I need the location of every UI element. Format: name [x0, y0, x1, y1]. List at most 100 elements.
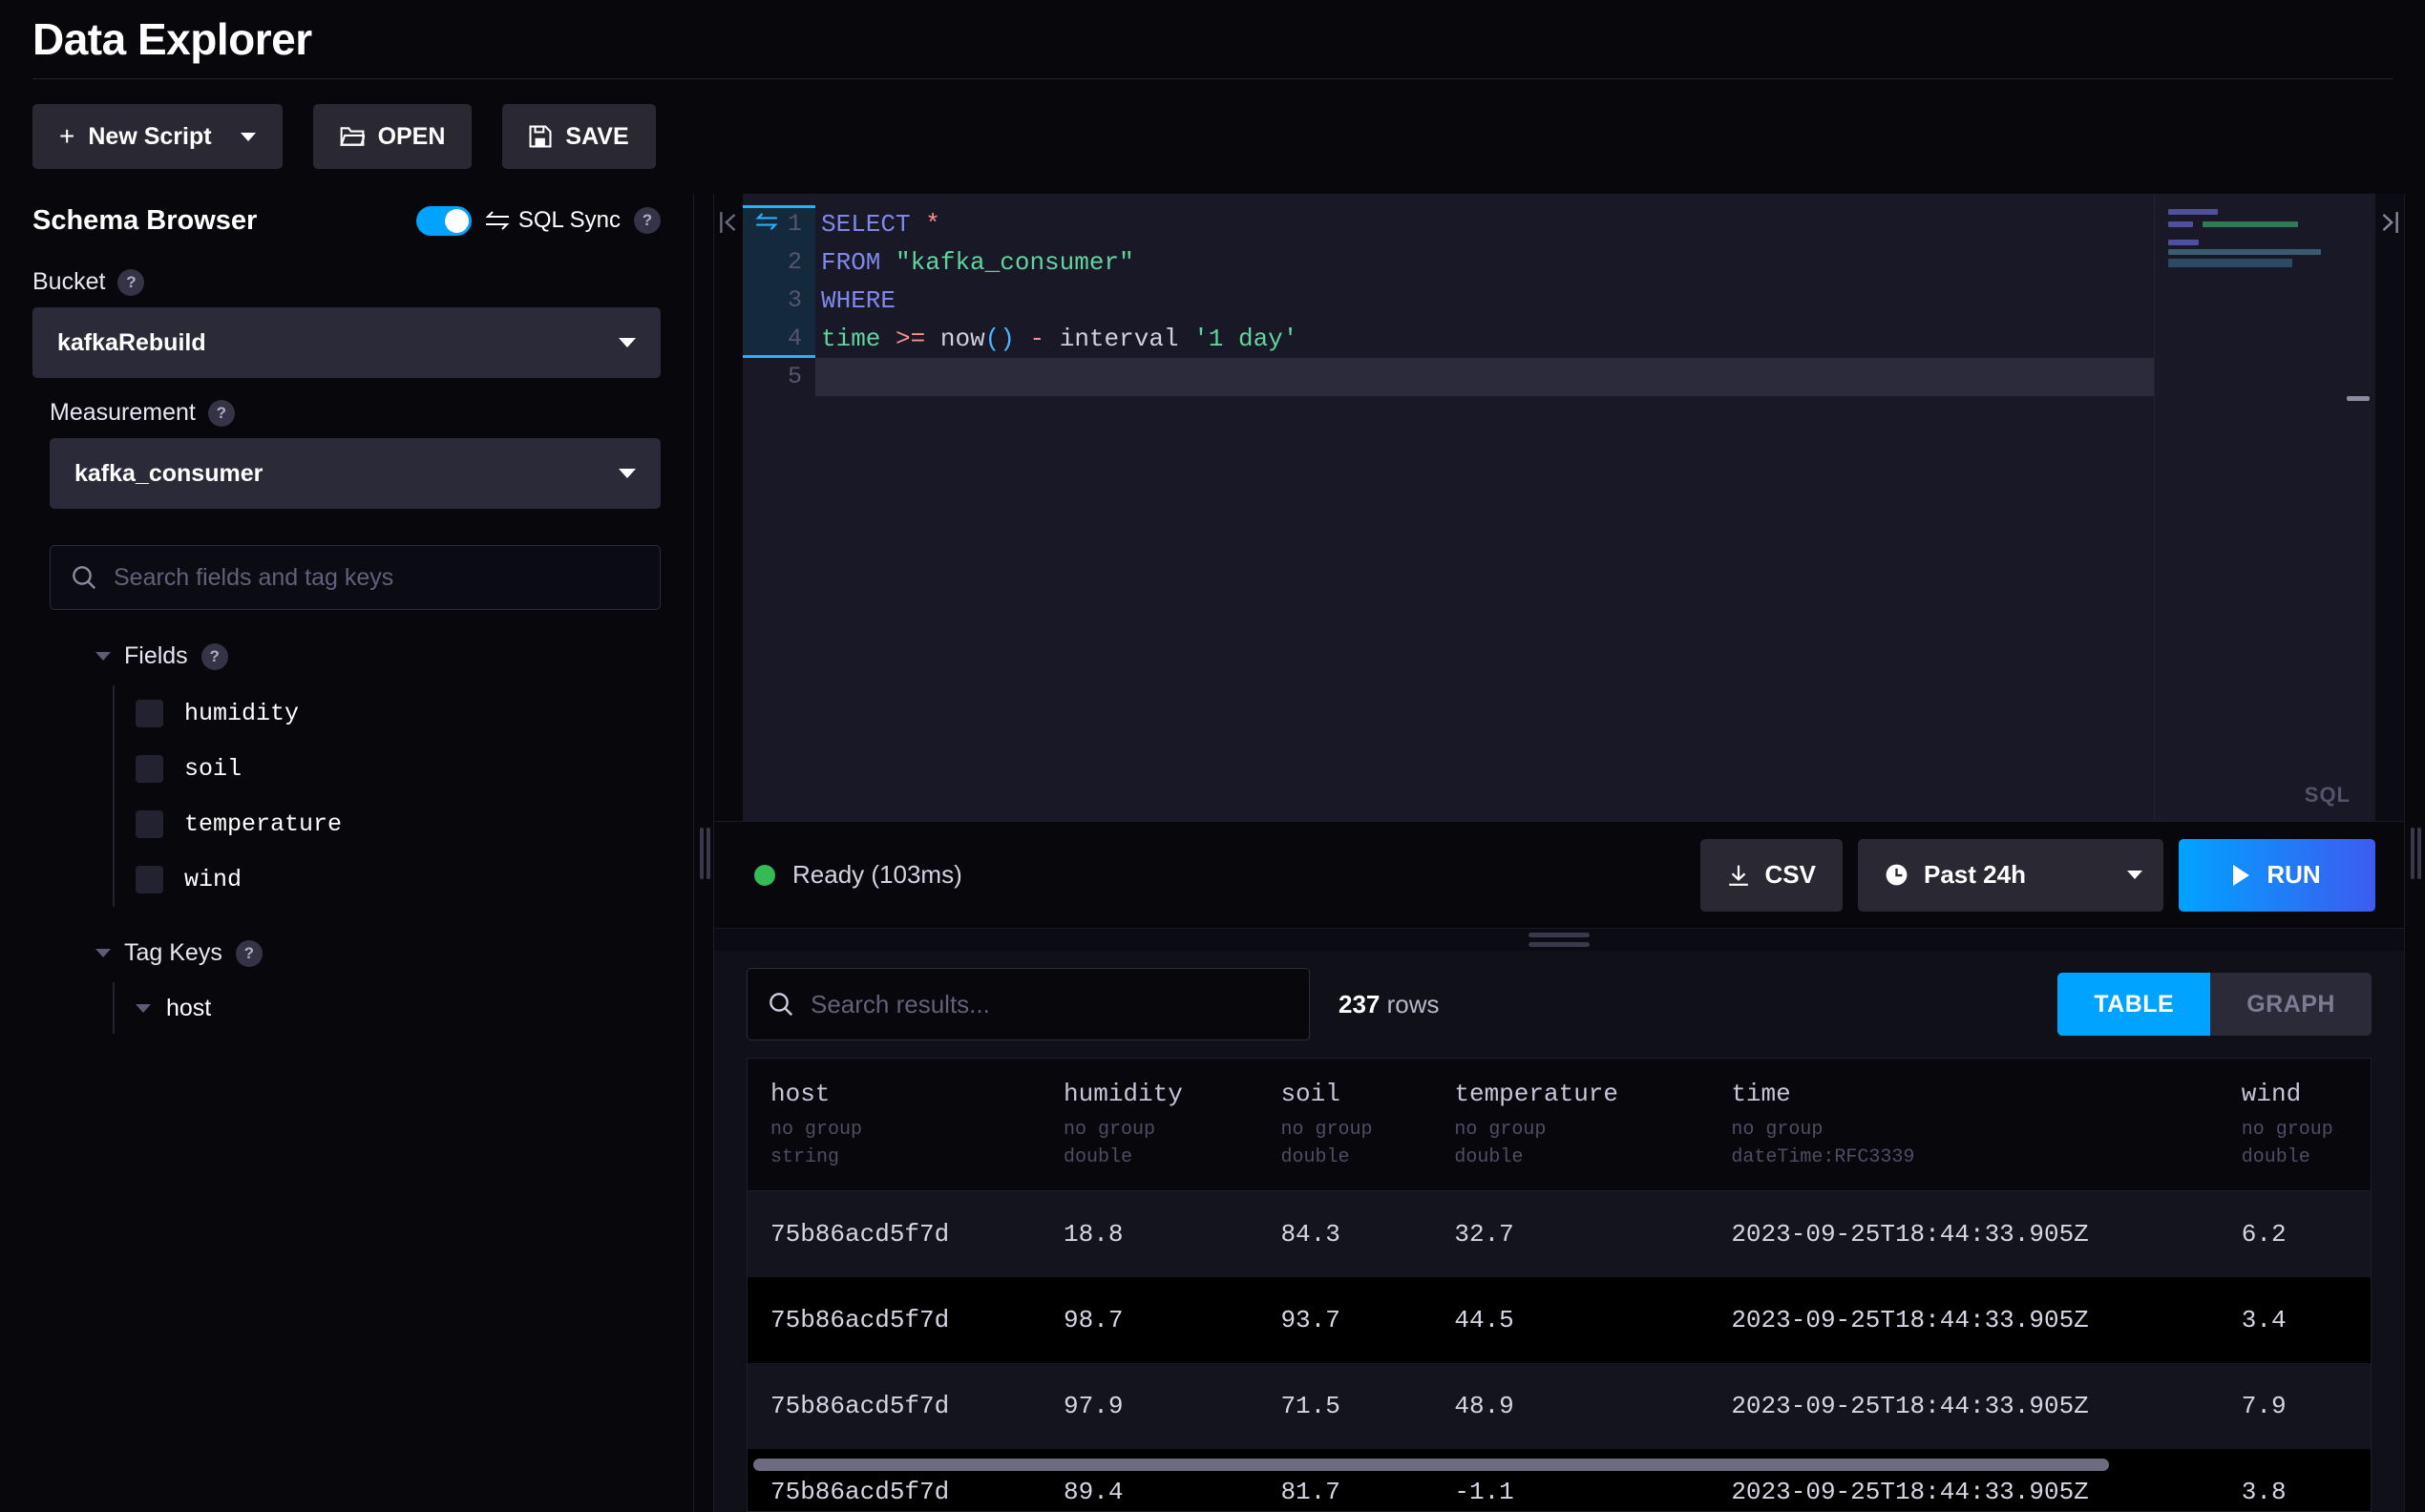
query-status-bar: Ready (103ms) CSV Past 24h RUN: [714, 821, 2404, 928]
sql-sync-toggle[interactable]: [415, 205, 472, 236]
field-label: soil: [184, 754, 242, 783]
chevron-down-icon: [95, 949, 111, 957]
minimap-thumb[interactable]: [2347, 396, 2370, 401]
table-column-header[interactable]: soil no group double: [1257, 1059, 1432, 1191]
schema-resize-handle[interactable]: [693, 194, 714, 1512]
editor-code-line[interactable]: FROM "kafka_consumer": [815, 243, 2154, 282]
tag-keys-help-icon[interactable]: ?: [235, 939, 263, 967]
results-horizontal-scrollbar[interactable]: [748, 1459, 2371, 1471]
sql-sync-help-icon[interactable]: ?: [634, 207, 661, 234]
status-indicator-dot: [754, 864, 775, 886]
bucket-value: kafkaRebuild: [57, 328, 206, 356]
results-table: host no group string humidity no group double…: [748, 1059, 2371, 1511]
measurement-dropdown[interactable]: kafka_consumer: [50, 438, 661, 509]
time-range-dropdown[interactable]: Past 24h: [1858, 838, 2163, 912]
table-cell: 44.5: [1431, 1276, 1709, 1363]
scrollbar-thumb[interactable]: [753, 1459, 2109, 1471]
field-item[interactable]: temperature: [136, 796, 661, 851]
sync-arrows-icon[interactable]: [755, 205, 778, 243]
new-script-button[interactable]: + New Script: [32, 104, 283, 169]
csv-label: CSV: [1764, 860, 1816, 889]
schema-search-box[interactable]: [50, 545, 661, 610]
tag-key-item[interactable]: host: [113, 982, 661, 1034]
sql-editor[interactable]: 12345 SELECT * FROM "kafka_consumer" WHERE…: [743, 194, 2375, 821]
table-column-header[interactable]: wind no group double: [2218, 1059, 2371, 1191]
editor-code-line[interactable]: [815, 358, 2154, 396]
code-token: interval: [1059, 325, 1179, 353]
search-icon: [769, 992, 793, 1017]
fields-list: humidity soil temperature wind: [113, 685, 661, 907]
editor-line-number: 5: [743, 358, 815, 396]
fields-help-icon[interactable]: ?: [200, 642, 228, 670]
results-toolbar: 237 rows TABLE GRAPH: [714, 951, 2404, 1058]
tab-table[interactable]: TABLE: [2057, 973, 2211, 1036]
right-outer-resize-handle[interactable]: [2404, 194, 2425, 1512]
table-cell: 75b86acd5f7d: [748, 1190, 1042, 1277]
results-table-wrapper: host no group string humidity no group double…: [747, 1058, 2372, 1512]
field-item[interactable]: soil: [136, 741, 661, 796]
table-column-header[interactable]: time no group dateTime:RFC3339: [1708, 1059, 2219, 1191]
column-group: no group: [1454, 1119, 1547, 1141]
field-checkbox[interactable]: [136, 809, 163, 838]
open-label: OPEN: [377, 122, 446, 150]
table-row[interactable]: 75b86acd5f7d 18.8 84.3 32.7 2023-09-25T18:44…: [748, 1190, 2371, 1277]
column-meta: no group double: [1280, 1116, 1431, 1171]
table-cell: 71.5: [1257, 1362, 1432, 1449]
column-name: temperature: [1454, 1080, 1619, 1108]
folder-icon: [339, 125, 365, 148]
save-button[interactable]: SAVE: [502, 104, 656, 169]
collapse-left-icon[interactable]: [714, 194, 743, 821]
toggle-knob: [444, 208, 469, 233]
fields-section: Fields ? humidity soil temperature wind: [32, 642, 661, 907]
handle-bar: [1529, 933, 1590, 937]
results-search-box[interactable]: [747, 968, 1310, 1040]
field-item[interactable]: wind: [136, 851, 661, 907]
editor-code-line[interactable]: SELECT *: [815, 205, 2154, 243]
save-icon: [529, 125, 552, 148]
bucket-help-icon[interactable]: ?: [117, 268, 145, 296]
field-item[interactable]: humidity: [136, 685, 661, 741]
column-meta: no group double: [1064, 1116, 1257, 1171]
field-checkbox[interactable]: [136, 699, 163, 727]
page-header: Data Explorer: [0, 0, 2425, 78]
chevron-down-icon[interactable]: [240, 132, 256, 141]
column-name: host: [770, 1080, 831, 1108]
editor-code-line[interactable]: WHERE: [815, 282, 2154, 320]
collapse-right-icon[interactable]: [2375, 194, 2404, 821]
code-token: -: [1029, 325, 1045, 353]
tab-graph[interactable]: GRAPH: [2210, 973, 2372, 1036]
csv-download-button[interactable]: CSV: [1699, 838, 1843, 912]
table-row[interactable]: 75b86acd5f7d 97.9 71.5 48.9 2023-09-25T18:44…: [748, 1362, 2371, 1449]
editor-line-number: 2: [743, 243, 815, 282]
field-checkbox[interactable]: [136, 865, 163, 893]
run-button[interactable]: RUN: [2179, 838, 2375, 912]
tag-keys-section-header[interactable]: Tag Keys ?: [95, 939, 661, 967]
measurement-help-icon[interactable]: ?: [207, 399, 235, 427]
table-cell: 6.2: [2218, 1190, 2371, 1277]
editor-code-line[interactable]: time >= now() - interval '1 day': [815, 320, 2154, 358]
column-meta: no group double: [2242, 1116, 2371, 1171]
results-search-input[interactable]: [811, 989, 1288, 1019]
chevron-down-icon: [136, 1003, 151, 1013]
editor-code[interactable]: SELECT * FROM "kafka_consumer" WHERE time >…: [815, 194, 2154, 821]
field-checkbox[interactable]: [136, 754, 163, 783]
column-group: no group: [2241, 1119, 2333, 1141]
open-button[interactable]: OPEN: [312, 104, 473, 169]
column-type: double: [2241, 1146, 2310, 1168]
column-meta: no group dateTime:RFC3339: [1731, 1116, 2218, 1171]
chevron-down-icon: [95, 652, 111, 661]
row-count-number: 237: [1339, 989, 1381, 1018]
table-row[interactable]: 75b86acd5f7d 98.7 93.7 44.5 2023-09-25T18:44…: [748, 1276, 2371, 1363]
fields-section-header[interactable]: Fields ?: [95, 642, 661, 670]
main-area: Schema Browser SQL Sync ? Bucket ? kafka…: [0, 194, 2425, 1512]
bucket-dropdown[interactable]: kafkaRebuild: [32, 307, 661, 378]
table-column-header[interactable]: humidity no group double: [1041, 1059, 1258, 1191]
table-column-header[interactable]: host no group string: [748, 1059, 1042, 1191]
table-header-row: host no group string humidity no group double…: [748, 1059, 2371, 1191]
code-token: '1 day': [1193, 325, 1298, 353]
editor-minimap[interactable]: [2154, 194, 2375, 821]
column-meta: no group string: [770, 1116, 1041, 1171]
schema-search-input[interactable]: [114, 563, 639, 592]
table-column-header[interactable]: temperature no group double: [1431, 1059, 1709, 1191]
results-resize-handle[interactable]: [714, 928, 2404, 951]
